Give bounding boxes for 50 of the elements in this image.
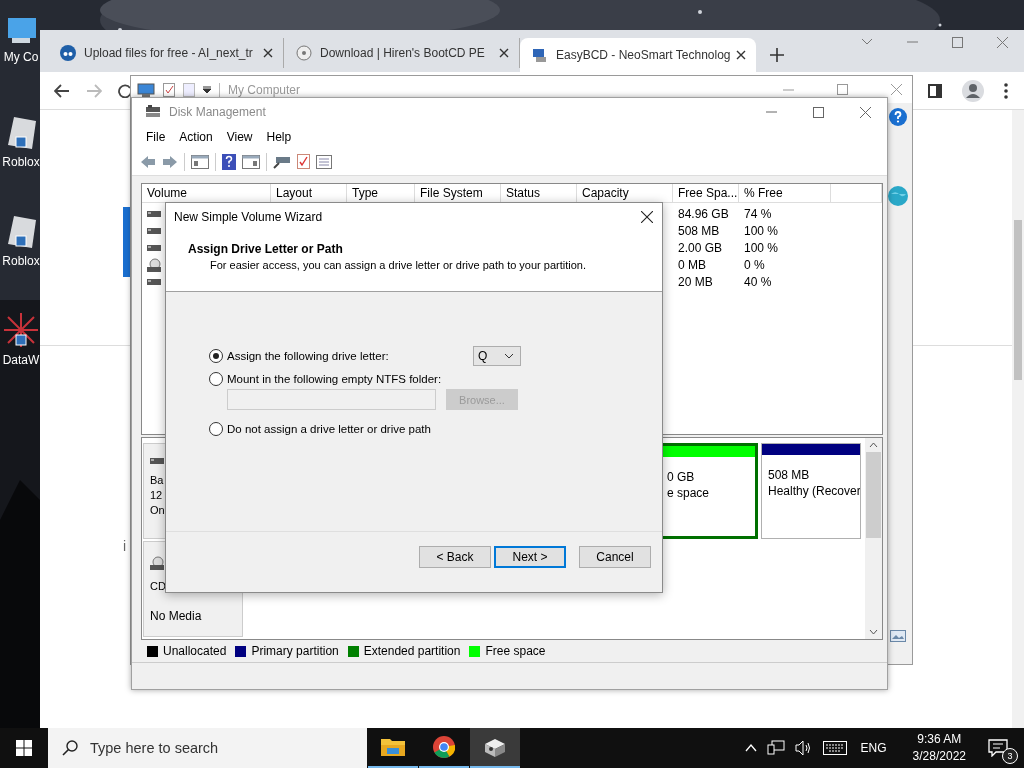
legend-label: Extended partition [363,644,461,658]
desktop-shortcut[interactable]: Roblox [0,109,42,208]
step-description: For easier access, you can assign a drive letter or drive path to your partition. [209,259,587,271]
legend-label: Primary partition [251,644,339,658]
disk-info: On [150,503,165,517]
desktop-shortcut[interactable]: My Co [0,10,42,109]
table-cell-text: 2.00 GB [677,240,724,255]
notification-count: 3 [1002,748,1018,764]
window-title: Disk Management [169,105,266,119]
dialog-title: New Simple Volume Wizard [174,210,323,224]
column-header[interactable]: Free Spa... [673,184,739,203]
table-cell-text: 100 % [743,223,780,238]
disk-media-status: No Media [150,609,202,623]
menu-item[interactable]: File [146,130,166,144]
menu-item[interactable]: Help [266,130,292,144]
radio-label[interactable]: Assign the following drive letter: [227,350,389,362]
table-cell-text: 40 % [743,274,773,289]
radio-label[interactable]: Do not assign a drive letter or drive path [227,423,431,435]
desktop-shortcut[interactable]: DataW [0,307,42,406]
table-cell-text: 508 MB [677,223,721,238]
partition[interactable]: 508 MB Healthy (Recover [761,443,861,539]
menu-item[interactable]: View [226,130,253,144]
drive-letter-dropdown[interactable]: Q [473,346,521,366]
dialog-button[interactable]: Cancel [579,546,651,568]
clock[interactable]: 9:36 AM 3/28/2022 [912,731,966,765]
disk-info: 12 [150,488,163,502]
table-cell-text: 74 % [743,206,773,221]
disk-info: CD [150,579,166,593]
menu-item[interactable]: Action [179,130,213,144]
dialog-button[interactable]: < Back [419,546,491,568]
step-heading: Assign Drive Letter or Path [188,242,344,256]
table-cell-text: 100 % [743,240,780,255]
browser-tab[interactable]: Upload files for free - AI_next_tr [48,38,284,68]
table-cell-text: 0 % [743,257,766,272]
radio-label[interactable]: Mount in the following empty NTFS folder: [227,373,442,385]
browser-tab[interactable]: Download | Hiren's BootCD PE [284,38,520,68]
table-cell-text: 84.96 GB [677,206,730,221]
language-indicator[interactable]: ENG [860,741,887,755]
search-field[interactable]: Type here to search [48,728,367,768]
dialog-button[interactable]: Next > [494,546,566,568]
table-cell-text: 20 MB [677,274,714,289]
page-text: i [123,537,127,556]
table-cell-text: 0 MB [677,257,707,272]
window-title: My Computer [228,82,301,97]
column-header[interactable]: % Free [739,184,831,203]
browser-tab[interactable]: EasyBCD - NeoSmart Technolog [520,38,756,72]
legend-label: Unallocated [163,644,227,658]
disk-info: Ba [150,473,164,487]
legend-label: Free space [485,644,546,658]
desktop-shortcut[interactable]: Roblox [0,208,42,307]
